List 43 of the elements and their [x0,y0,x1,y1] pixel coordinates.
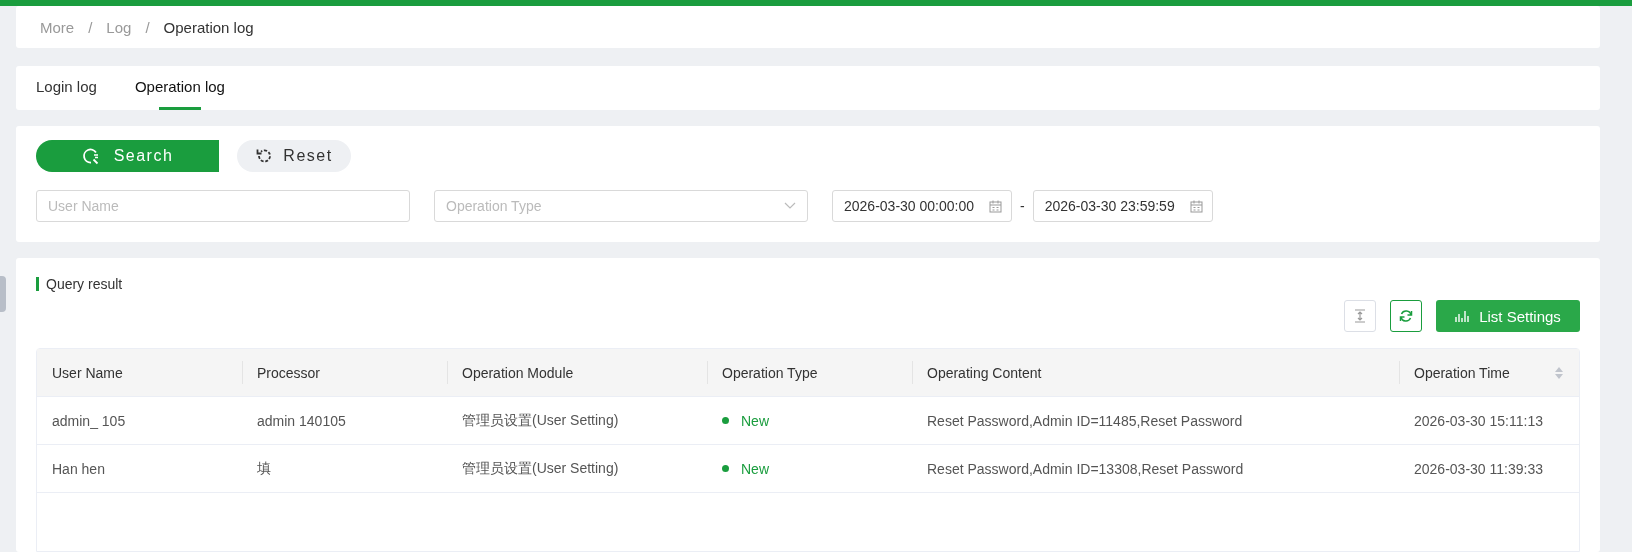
table-cell: Reset Password,Admin ID=11485,Reset Password [927,412,1243,429]
tab[interactable]: Operation log [134,78,225,110]
tab[interactable]: Login log [36,78,97,110]
column-header: Operation Type [707,349,912,396]
range-separator: - [1020,198,1025,214]
table-cell: 填 [257,459,271,478]
table-cell: 2026-03-30 15:11:13 [1414,412,1543,429]
table-cell: 2026-03-30 11:39:33 [1414,460,1543,477]
column-header: Operating Content [912,349,1399,396]
end-time-field[interactable]: 2026-03-30 23:59:59 [1032,190,1213,222]
table-cell: admin_ 105 [52,412,126,429]
user-name-field[interactable]: User Name [36,190,410,222]
table-cell: 管理员设置(User Setting) [462,459,619,478]
calendar-icon [1189,199,1203,213]
sort-icon [1555,366,1563,379]
column-header: User Name [51,363,124,383]
table-cell: Reset Password,Admin ID=13308,Reset Password [927,460,1244,477]
section-title: Query result [46,276,123,292]
refresh-button[interactable] [1390,300,1422,332]
start-time-field[interactable]: 2026-03-30 00:00:00 [832,190,1012,222]
breadcrumb-separator: / [145,18,150,36]
reset-button[interactable]: Reset [237,140,351,172]
expand-button[interactable] [1344,300,1376,332]
table-cell: admin 140105 [257,412,346,429]
column-header[interactable]: Operation Time [1399,349,1579,396]
column-header: Processor [242,349,447,396]
table-cell: 管理员设置(User Setting) [462,411,619,430]
table-cell: New [741,460,769,477]
breadcrumb-current: Operation log [163,18,254,36]
table-cell: Han hen [52,460,105,477]
bar-chart-icon [1455,310,1470,322]
calendar-icon [989,199,1002,213]
title-marker [36,277,39,291]
expand-icon [1353,309,1367,323]
collapse-handle[interactable] [0,276,6,312]
chevron-down-icon [784,202,796,210]
search-button[interactable]: Search [36,140,219,172]
column-header: Operation Module [447,349,707,396]
search-icon [81,147,100,165]
breadcrumb-separator: / [88,18,93,36]
refresh-icon [1399,309,1413,323]
table-cell: New [741,412,769,429]
reset-icon [255,147,274,165]
